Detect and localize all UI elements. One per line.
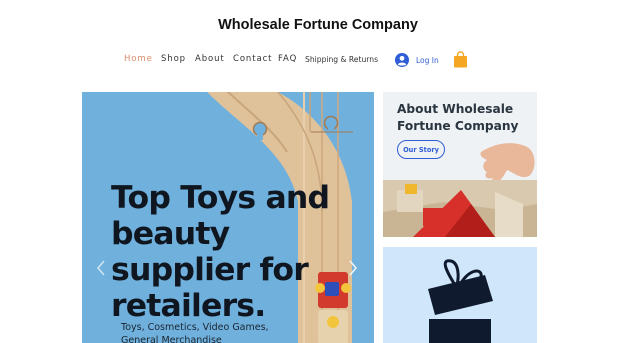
nav-about[interactable]: About [195,54,225,64]
our-story-button[interactable]: Our Story [397,140,445,159]
avatar-icon [395,53,409,67]
hero-slideshow: Top Toys and beauty supplier for retaile… [82,92,374,343]
about-title: About Wholesale Fortune Company [397,102,519,133]
login-button[interactable]: Log In [395,53,439,67]
nav-faq[interactable]: FAQ [278,54,297,64]
chevron-right-icon[interactable] [348,260,358,276]
nav-shop[interactable]: Shop [161,54,186,64]
gift-box-icon [428,259,493,343]
site-title[interactable]: Wholesale Fortune Company [0,17,620,33]
gift-card [383,247,537,343]
nav-contact[interactable]: Contact [233,54,272,64]
chevron-left-icon[interactable] [96,260,106,276]
hero-subtext: Toys, Cosmetics, Video Games, General Me… [121,322,269,343]
login-label: Log In [416,55,439,65]
about-card: About Wholesale Fortune Company Our Stor… [383,92,537,237]
main-nav: Home Shop About Contact FAQ Shipping & R… [0,54,620,68]
nav-shipping-returns[interactable]: Shipping & Returns [305,55,378,64]
nav-home[interactable]: Home [124,54,153,64]
cart-icon[interactable] [453,51,468,68]
hero-heading: Top Toys and beauty supplier for retaile… [111,180,330,324]
